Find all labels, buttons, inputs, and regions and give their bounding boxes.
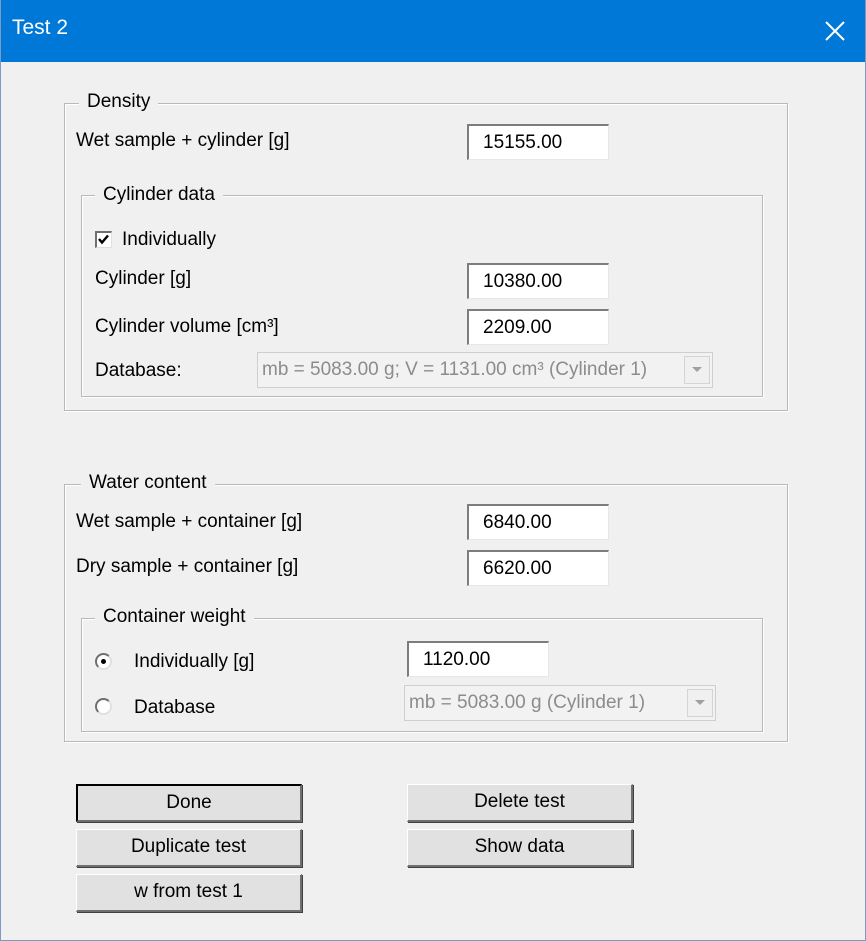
title-bar[interactable]: Test 2 [1, 0, 865, 62]
container-weight-legend: Container weight [95, 606, 254, 628]
window-title: Test 2 [12, 16, 69, 39]
density-legend: Density [79, 91, 159, 113]
database-radio[interactable] [95, 698, 112, 715]
dropdown-button[interactable] [687, 689, 713, 717]
cylinder-data-legend: Cylinder data [95, 184, 223, 206]
cylinder-label: Cylinder [g] [95, 268, 192, 289]
container-database-value: mb = 5083.00 g (Cylinder 1) [409, 692, 646, 713]
duplicate-test-button[interactable]: Duplicate test [76, 829, 302, 867]
chevron-down-icon [695, 700, 705, 705]
close-icon [825, 21, 845, 41]
show-data-button[interactable]: Show data [407, 829, 633, 867]
close-button[interactable] [805, 0, 865, 62]
water-content-legend: Water content [81, 472, 215, 494]
cylinder-database-select[interactable]: mb = 5083.00 g; V = 1131.00 cm³ (Cylinde… [257, 352, 713, 388]
dry-sample-container-input[interactable]: 6620.00 [467, 550, 609, 586]
chevron-down-icon [692, 367, 702, 372]
database-label: Database: [95, 360, 182, 381]
wet-sample-cylinder-input[interactable]: 15155.00 [467, 124, 609, 160]
wet-sample-cylinder-label: Wet sample + cylinder [g] [76, 130, 290, 151]
dialog-window: Test 2 Density Wet sample + cylinder [g]… [0, 0, 866, 941]
wet-sample-container-label: Wet sample + container [g] [76, 511, 303, 532]
container-weight-input[interactable]: 1120.00 [407, 641, 549, 677]
delete-test-button[interactable]: Delete test [407, 784, 633, 822]
w-from-test-button[interactable]: w from test 1 [76, 874, 302, 912]
cylinder-input[interactable]: 10380.00 [467, 263, 609, 299]
individually-checkbox[interactable] [95, 231, 112, 248]
done-button[interactable]: Done [76, 784, 302, 822]
individually-radio[interactable] [95, 653, 112, 670]
individually-g-label: Individually [g] [134, 651, 255, 672]
cylinder-database-value: mb = 5083.00 g; V = 1131.00 cm³ (Cylinde… [262, 359, 648, 380]
cylinder-volume-input[interactable]: 2209.00 [467, 309, 609, 345]
container-database-select[interactable]: mb = 5083.00 g (Cylinder 1) [404, 685, 716, 721]
wet-sample-container-input[interactable]: 6840.00 [467, 504, 609, 540]
cylinder-volume-label: Cylinder volume [cm³] [95, 316, 279, 337]
dry-sample-container-label: Dry sample + container [g] [76, 556, 299, 577]
checkmark-icon [98, 234, 109, 245]
dropdown-button[interactable] [684, 356, 710, 384]
database-radio-label: Database [134, 697, 216, 718]
individually-label: Individually [122, 229, 216, 250]
